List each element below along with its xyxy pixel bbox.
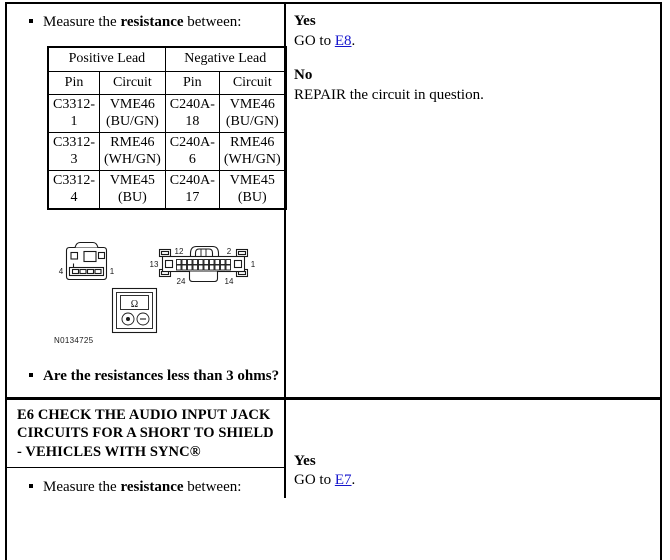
instruction-list-e6: Measure the resistance between: [7,468,284,497]
cell-circuit-positive: VME45 (BU) [99,170,166,210]
instruction-keyword: resistance [120,479,184,496]
step-e6-right-column: Yes GO to E7. [286,400,660,498]
step-e6-left-column: E6 CHECK THE AUDIO INPUT JACK CIRCUITS F… [7,399,286,498]
instruction-item-measure-resistance: Measure the resistance between: [29,12,284,32]
measurement-table: Positive Lead Negative Lead Pin Circuit … [47,46,287,211]
instruction-prefix: Measure the [43,14,121,30]
instruction-item-measure-resistance: Measure the resistance between: [29,477,284,497]
group-header-negative-lead: Negative Lead [164,46,287,72]
small-connector-pin-1-label: 1 [110,267,115,276]
answer-text-yes: GO to E8. [294,32,660,52]
table-row: C3312-4 VME45 (BU) C240A-17 VME45 (BU) [47,170,287,210]
cell-pin-positive: C3312-4 [47,170,100,210]
instruction-keyword: resistance [120,14,184,30]
column-header-circuit-negative: Circuit [218,70,287,96]
answer-spacer [294,51,660,66]
cell-pin-negative: C240A-6 [164,132,220,172]
diagnostic-table: Measure the resistance between: Positive… [5,2,662,560]
instruction-prefix: Measure the [43,479,121,496]
table-column-header-row: Pin Circuit Pin Circuit [47,70,287,96]
instruction-suffix: between: [183,479,242,496]
answer-yes-prefix: GO to [294,32,335,49]
column-header-pin-positive: Pin [47,70,100,96]
table-row: C3312-3 RME46 (WH/GN) C240A-6 RME46 (WH/… [47,132,287,172]
ohmmeter-icon [111,288,158,334]
link-e8[interactable]: E8 [335,33,352,49]
large-connector-pin-14-label: 14 [225,277,234,286]
answer-top-spacer [294,408,660,452]
answer-yes-suffix: . [351,472,356,489]
cell-circuit-negative: VME45 (BU) [218,170,287,210]
cell-circuit-negative: RME46 (WH/GN) [218,132,287,172]
large-connector-pin-1-label: 1 [251,260,256,269]
small-connector-icon [65,242,108,281]
cell-pin-positive: C3312-3 [47,132,100,172]
answer-label-yes: Yes [294,13,316,29]
table-row: C3312-1 VME46 (BU/GN) C240A-18 VME46 (BU… [47,94,287,134]
cell-pin-negative: C240A-18 [164,94,220,134]
connector-diagram-svg: 4 1 12 2 13 1 24 14 Ω [59,242,256,334]
step-e6-header: E6 CHECK THE AUDIO INPUT JACK CIRCUITS F… [7,400,284,469]
large-connector-icon [158,246,249,283]
figure-graphic: 4 1 12 2 13 1 24 14 Ω [7,234,286,344]
answer-label-yes: Yes [294,452,316,469]
column-header-circuit-positive: Circuit [99,70,166,96]
small-connector-pin-4-label: 4 [59,267,64,276]
cell-pin-positive: C3312-1 [47,94,100,134]
figure-id-label: N0134725 [54,336,94,346]
answer-yes-prefix: GO to [294,472,335,489]
answer-label-no: No [294,67,313,83]
group-header-positive-lead: Positive Lead [47,46,166,72]
column-header-pin-negative: Pin [164,70,220,96]
instruction-list-e5: Measure the resistance between: [7,4,284,32]
cell-circuit-positive: VME46 (BU/GN) [99,94,166,134]
instruction-suffix: between: [183,14,242,30]
step-e5-continued: Measure the resistance between: Positive… [7,4,660,397]
wiring-figure: 4 1 12 2 13 1 24 14 Ω N0134725 [7,234,284,356]
cell-circuit-negative: VME46 (BU/GN) [218,94,287,134]
large-connector-pin-2-label: 2 [227,247,232,256]
measurement-table-wrapper: Positive Lead Negative Lead Pin Circuit … [7,32,287,211]
link-e7[interactable]: E7 [335,472,352,488]
cell-circuit-positive: RME46 (WH/GN) [99,132,166,172]
step-e5-left-column: Measure the resistance between: Positive… [7,4,287,397]
answer-text-yes: GO to E7. [294,471,660,491]
answer-yes-suffix: . [351,32,356,49]
step-e6: E6 CHECK THE AUDIO INPUT JACK CIRCUITS F… [7,399,660,498]
table-group-header-row: Positive Lead Negative Lead [47,46,287,72]
ohmmeter-display-symbol: Ω [131,299,138,310]
question-list: Are the resistances less than 3 ohms? [7,366,284,386]
question-block: Are the resistances less than 3 ohms? [7,356,284,396]
page-root: Measure the resistance between: Positive… [0,0,670,560]
cell-pin-negative: C240A-17 [164,170,220,210]
large-connector-pin-12-label: 12 [175,247,184,256]
large-connector-pin-13-label: 13 [150,260,159,269]
answer-text-no: REPAIR the circuit in question. [294,86,484,103]
question-item: Are the resistances less than 3 ohms? [29,366,284,386]
large-connector-pin-24-label: 24 [177,277,186,286]
step-e5-right-column: Yes GO to E8. No REPAIR the circuit in q… [286,4,660,397]
